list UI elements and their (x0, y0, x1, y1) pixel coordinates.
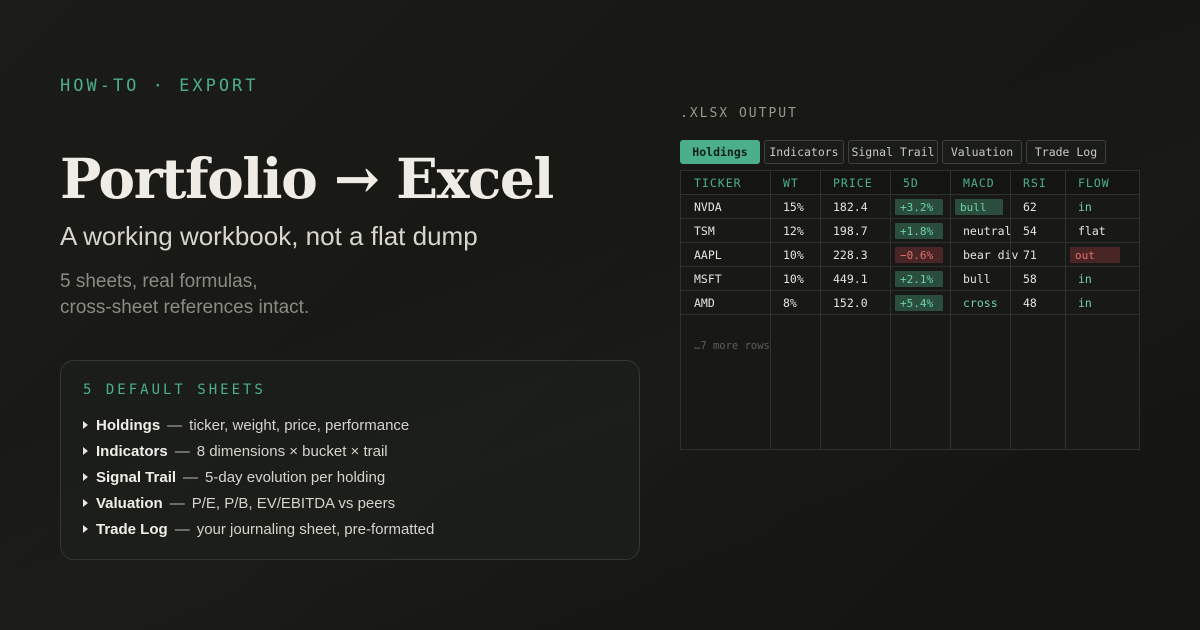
cell-price[interactable]: 198.7 (833, 219, 868, 242)
card-title: 5 DEFAULT SHEETS (83, 382, 266, 398)
cell-flow[interactable]: in (1078, 195, 1092, 218)
sheet-item-desc: ticker, weight, price, performance (189, 416, 410, 434)
table-row[interactable]: TSM 12% 198.7 +1.8% neutral 54 flat (681, 219, 1139, 243)
sheet-item-dash: — (174, 442, 190, 460)
sheet-item-desc: your journaling sheet, pre-formatted (196, 520, 435, 538)
cell-price[interactable]: 152.0 (833, 291, 868, 314)
default-sheets-card: 5 DEFAULT SHEETS Holdings — ticker, weight… (60, 360, 640, 560)
column-divider (1065, 171, 1066, 449)
output-label: .XLSX OUTPUT (680, 106, 798, 121)
table-row[interactable]: AMD 8% 152.0 +5.4% cross 48 in (681, 291, 1139, 315)
cell-rsi[interactable]: 48 (1023, 291, 1037, 314)
cell-ticker[interactable]: AMD (694, 291, 715, 314)
cell-wt[interactable]: 12% (783, 219, 804, 242)
sheet-item-dash: — (169, 494, 185, 512)
sheet-item-name: Indicators (96, 442, 168, 460)
subtitle: A working workbook, not a flat dump (60, 221, 478, 251)
cell-d5[interactable]: +3.2% (895, 199, 943, 215)
more-rows-note: …7 more rows (694, 340, 770, 352)
cell-macd[interactable]: cross (963, 291, 998, 314)
column-divider (820, 171, 821, 449)
column-header-5d[interactable]: 5D (903, 171, 919, 194)
cell-d5[interactable]: +5.4% (895, 295, 943, 311)
column-divider (890, 171, 891, 449)
page-title: Portfolio → Excel (60, 146, 554, 211)
tab-indicators[interactable]: Indicators (764, 140, 844, 164)
cell-price[interactable]: 449.1 (833, 267, 868, 290)
cell-rsi[interactable]: 71 (1023, 243, 1037, 266)
caret-right-icon (83, 473, 88, 481)
cell-ticker[interactable]: MSFT (694, 267, 722, 290)
sheet-item-dash: — (174, 520, 190, 538)
cell-price[interactable]: 228.3 (833, 243, 868, 266)
column-header-macd[interactable]: MACD (963, 171, 995, 194)
description-line-1: 5 sheets, real formulas, (60, 271, 258, 292)
caret-right-icon (83, 447, 88, 455)
column-header-wt[interactable]: WT (783, 171, 799, 194)
caret-right-icon (83, 499, 88, 507)
caret-right-icon (83, 525, 88, 533)
sheet-list-item: Indicators — 8 dimensions × bucket × trail (83, 438, 617, 464)
cell-wt[interactable]: 10% (783, 243, 804, 266)
table-header-row: TICKER WT PRICE 5D MACD RSI FLOW (681, 171, 1139, 195)
table-row[interactable]: MSFT 10% 449.1 +2.1% bull 58 in (681, 267, 1139, 291)
caret-right-icon (83, 421, 88, 429)
sheet-item-name: Valuation (96, 494, 163, 512)
cell-flow[interactable]: out (1070, 247, 1120, 263)
cell-rsi[interactable]: 54 (1023, 219, 1037, 242)
column-divider (950, 171, 951, 449)
sheet-list-item: Trade Log — your journaling sheet, pre-for… (83, 516, 617, 542)
cell-rsi[interactable]: 62 (1023, 195, 1037, 218)
cell-rsi[interactable]: 58 (1023, 267, 1037, 290)
cell-macd[interactable]: bull (963, 267, 991, 290)
cell-flow[interactable]: in (1078, 291, 1092, 314)
sheet-item-name: Holdings (96, 416, 161, 434)
cell-wt[interactable]: 8% (783, 291, 797, 314)
cell-macd[interactable]: neutral (963, 219, 1011, 242)
tab-valuation[interactable]: Valuation (942, 140, 1022, 164)
sheet-item-name: Signal Trail (96, 468, 177, 486)
tab-signal-trail[interactable]: Signal Trail (848, 140, 938, 164)
sheet-list-item: Signal Trail — 5-day evolution per holding (83, 464, 617, 490)
cell-d5[interactable]: +2.1% (895, 271, 943, 287)
column-divider (770, 171, 771, 449)
cell-flow[interactable]: in (1078, 267, 1092, 290)
sheet-list-item: Valuation — P/E, P/B, EV/EBITDA vs peers (83, 490, 617, 516)
cell-price[interactable]: 182.4 (833, 195, 868, 218)
cell-ticker[interactable]: TSM (694, 219, 715, 242)
sheet-list-item: Holdings — ticker, weight, price, performa… (83, 412, 617, 438)
column-divider (1010, 171, 1011, 449)
cell-flow[interactable]: flat (1078, 219, 1106, 242)
sheet-item-dash: — (167, 416, 183, 434)
column-header-flow[interactable]: FLOW (1078, 171, 1110, 194)
table-row[interactable]: NVDA 15% 182.4 +3.2% bull 62 in (681, 195, 1139, 219)
column-header-price[interactable]: PRICE (833, 171, 873, 194)
description: 5 sheets, real formulas, cross-sheet ref… (60, 269, 309, 321)
sheet-item-name: Trade Log (96, 520, 168, 538)
cell-wt[interactable]: 15% (783, 195, 804, 218)
tab-holdings[interactable]: Holdings (680, 140, 760, 164)
sheet-list: Holdings — ticker, weight, price, performa… (83, 412, 617, 542)
column-header-rsi[interactable]: RSI (1023, 171, 1047, 194)
cell-ticker[interactable]: NVDA (694, 195, 722, 218)
description-line-2: cross-sheet references intact. (60, 297, 310, 318)
sheet-item-desc: P/E, P/B, EV/EBITDA vs peers (191, 494, 396, 512)
tab-trade-log[interactable]: Trade Log (1026, 140, 1106, 164)
table-row[interactable]: AAPL 10% 228.3 −0.6% bear div 71 out (681, 243, 1139, 267)
cell-wt[interactable]: 10% (783, 267, 804, 290)
cell-d5[interactable]: −0.6% (895, 247, 943, 263)
sheet-item-desc: 5-day evolution per holding (205, 468, 386, 486)
column-header-ticker[interactable]: TICKER (694, 171, 742, 194)
eyebrow-label: HOW-TO · EXPORT (60, 76, 259, 96)
cell-macd[interactable]: bull (955, 199, 1003, 215)
sheet-item-desc: 8 dimensions × bucket × trail (196, 442, 388, 460)
cell-d5[interactable]: +1.8% (895, 223, 943, 239)
sheet-item-dash: — (183, 468, 199, 486)
cell-ticker[interactable]: AAPL (694, 243, 722, 266)
spreadsheet-preview: TICKER WT PRICE 5D MACD RSI FLOW NVDA 15% 182.4 +… (680, 170, 1140, 450)
